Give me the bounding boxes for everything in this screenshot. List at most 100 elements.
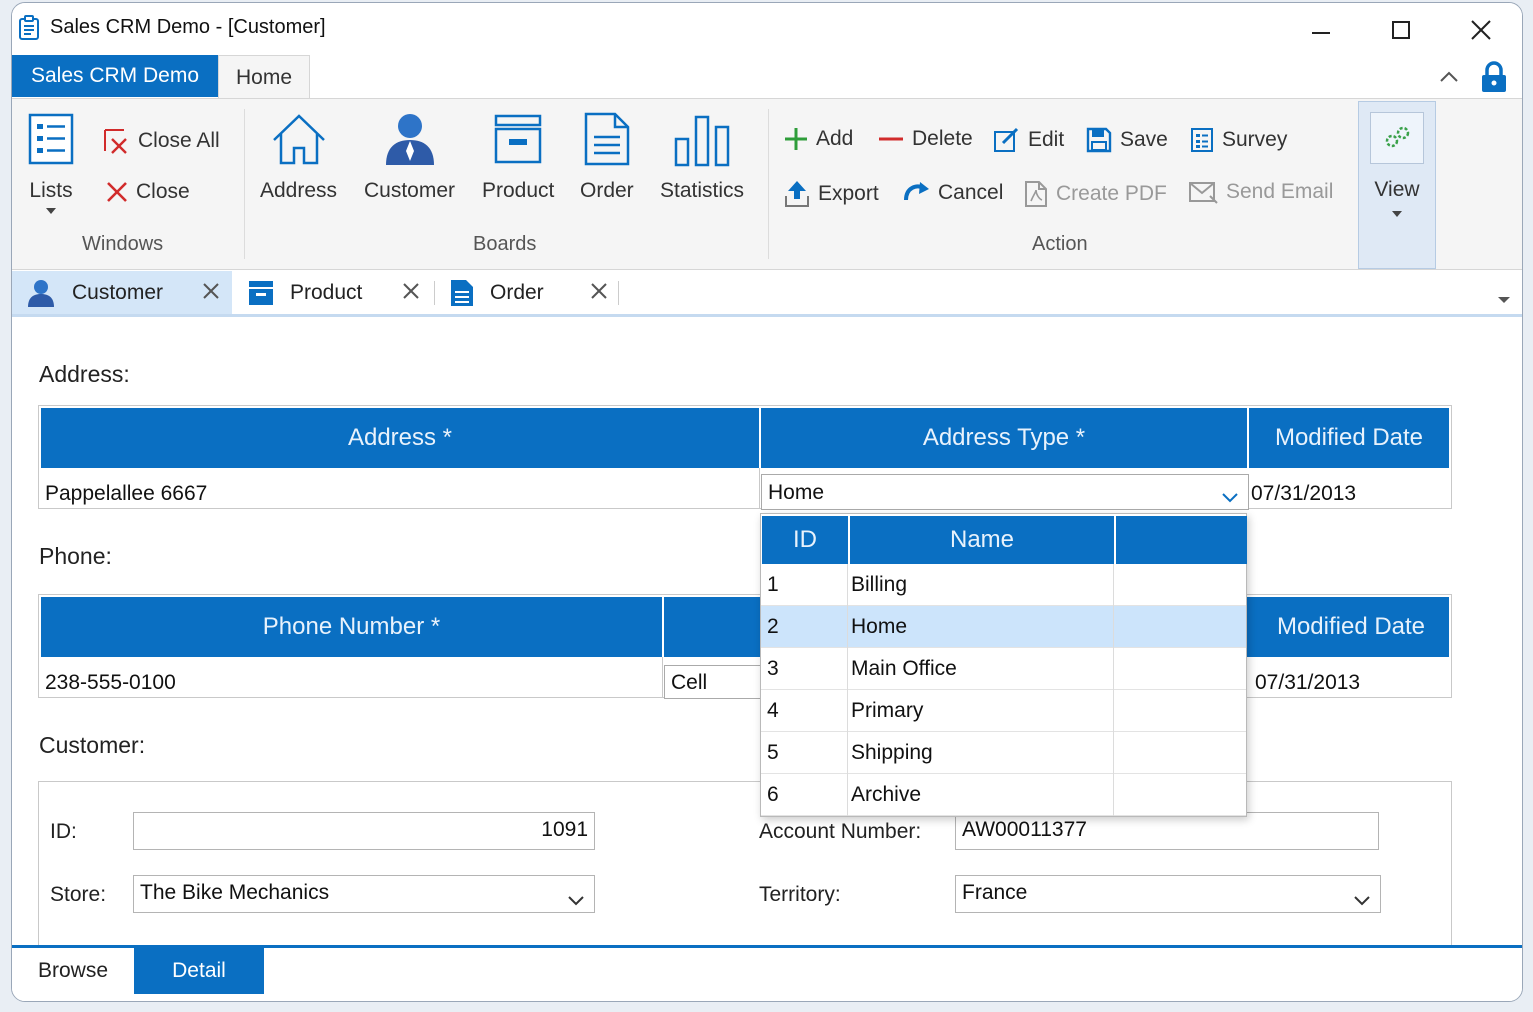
close-tab-icon[interactable] (402, 282, 420, 306)
close-tab-icon[interactable] (202, 282, 220, 306)
store-value: The Bike Mechanics (140, 881, 330, 904)
browse-tab[interactable]: Browse (12, 948, 134, 994)
delete-button[interactable]: Delete (878, 127, 973, 151)
view-button[interactable]: View (1358, 101, 1436, 269)
territory-select[interactable]: France (955, 875, 1381, 913)
phone-number-column-header[interactable]: Phone Number * (41, 597, 662, 657)
dropdown-option[interactable]: 6 Archive (761, 774, 1246, 816)
grid-line (1113, 564, 1114, 816)
order-board-button[interactable]: Order (580, 107, 634, 203)
survey-icon (1190, 127, 1214, 153)
dropdown-extra-header (1116, 516, 1247, 564)
phone-section-label: Phone: (39, 543, 112, 569)
minimize-button[interactable] (1298, 11, 1344, 49)
close-window-button[interactable] (1458, 11, 1504, 49)
option-name: Primary (851, 699, 924, 722)
chevron-down-icon[interactable] (1354, 888, 1370, 912)
chevron-down-icon[interactable] (1222, 485, 1238, 509)
pdf-icon (1024, 180, 1048, 208)
tab-order[interactable]: Order (436, 271, 620, 314)
store-label: Store: (50, 883, 107, 906)
ribbon-separator (244, 109, 245, 259)
address-modified-cell[interactable]: 07/31/2013 (1251, 482, 1356, 506)
option-id: 5 (767, 741, 779, 764)
edit-button[interactable]: Edit (994, 127, 1064, 153)
id-field[interactable]: 1091 (133, 812, 595, 850)
person-icon (382, 107, 438, 171)
account-number-field[interactable]: AW00011377 (955, 812, 1379, 850)
close-tab-icon[interactable] (590, 282, 608, 306)
phone-modified-cell[interactable]: 07/31/2013 (1255, 671, 1360, 695)
tab-list-dropdown-icon[interactable] (1498, 291, 1510, 309)
detail-tab[interactable]: Detail (134, 948, 264, 994)
cancel-label: Cancel (938, 181, 1004, 204)
address-board-button[interactable]: Address (260, 107, 337, 203)
collapse-ribbon-icon[interactable] (1438, 66, 1460, 93)
close-button[interactable]: Close (106, 180, 190, 204)
option-id: 1 (767, 573, 779, 596)
customer-board-button[interactable]: Customer (364, 107, 455, 203)
tab-separator (618, 281, 619, 305)
bar-chart-icon (673, 107, 731, 171)
modified-date-column-header[interactable]: Modified Date (1249, 408, 1449, 468)
dropdown-option[interactable]: 1 Billing (761, 564, 1246, 606)
address-type-value: Home (768, 481, 825, 504)
address-type-combo[interactable]: Home (761, 474, 1249, 510)
maximize-button[interactable] (1378, 11, 1424, 49)
save-icon (1086, 127, 1112, 153)
close-all-button[interactable]: Close All (102, 127, 220, 155)
tab-product[interactable]: Product (234, 271, 432, 314)
bottom-view-tabs: Browse Detail (12, 945, 1522, 1001)
dropdown-option[interactable]: 3 Main Office (761, 648, 1246, 690)
address-type-column-header[interactable]: Address Type * (761, 408, 1247, 468)
address-cell[interactable]: Pappelallee 6667 (45, 482, 207, 506)
add-button[interactable]: Add (784, 127, 853, 151)
tab-customer[interactable]: Customer (12, 271, 232, 314)
statistics-board-button[interactable]: Statistics (660, 107, 744, 203)
cancel-button[interactable]: Cancel (902, 180, 1003, 206)
option-name: Home (851, 615, 908, 638)
option-name: Shipping (851, 741, 933, 764)
create-pdf-button[interactable]: Create PDF (1024, 180, 1167, 208)
option-id: 6 (767, 783, 779, 806)
file-tab[interactable]: Sales CRM Demo (12, 55, 218, 97)
product-board-button[interactable]: Product (482, 107, 554, 203)
export-button[interactable]: Export (784, 180, 879, 208)
territory-value: France (962, 881, 1028, 904)
lock-icon[interactable] (1480, 61, 1508, 98)
dropdown-arrow-icon (1392, 211, 1402, 217)
order-icon (450, 279, 474, 307)
survey-label: Survey (1222, 128, 1288, 151)
survey-button[interactable]: Survey (1190, 127, 1287, 153)
send-email-button[interactable]: Send Email (1188, 180, 1333, 204)
chevron-down-icon[interactable] (568, 888, 584, 912)
grid-line (662, 657, 663, 697)
close-icon (1471, 20, 1491, 40)
option-name: Archive (851, 783, 922, 806)
view-icon (1370, 112, 1424, 164)
boards-group-label: Boards (473, 233, 537, 255)
create-pdf-label: Create PDF (1056, 182, 1167, 205)
grid-line (759, 468, 760, 508)
home-tab[interactable]: Home (218, 55, 310, 99)
dropdown-option[interactable]: 4 Primary (761, 690, 1246, 732)
phone-modified-date-column-header[interactable]: Modified Date (1253, 597, 1449, 657)
dropdown-option[interactable]: 5 Shipping (761, 732, 1246, 774)
tab-order-label: Order (490, 280, 544, 304)
territory-label: Territory: (759, 883, 841, 906)
address-column-header[interactable]: Address * (41, 408, 759, 468)
lists-button[interactable]: Lists (28, 107, 74, 215)
dropdown-option-selected[interactable]: 2 Home (761, 606, 1246, 648)
option-id: 3 (767, 657, 779, 680)
close-x-icon (106, 181, 128, 203)
clipboard-icon (18, 15, 40, 46)
dropdown-name-header[interactable]: Name (850, 516, 1114, 564)
phone-number-cell[interactable]: 238-555-0100 (45, 671, 176, 695)
dropdown-id-header[interactable]: ID (762, 516, 848, 564)
view-label: View (1374, 178, 1420, 201)
address-type-dropdown: ID Name 1 Billing 2 Home 3 Main Office 4 Pri… (760, 513, 1247, 817)
save-button[interactable]: Save (1086, 127, 1168, 153)
edit-icon (994, 127, 1020, 153)
window-title: Sales CRM Demo - [Customer] (50, 16, 326, 38)
store-select[interactable]: The Bike Mechanics (133, 875, 595, 913)
